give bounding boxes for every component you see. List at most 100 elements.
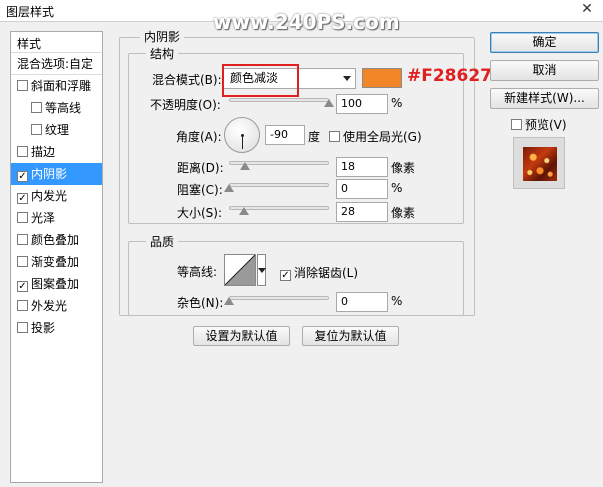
anti-alias-checkbox[interactable]: ✓ 消除锯齿(L) <box>280 264 358 281</box>
style-item[interactable]: ✓ 内发光 <box>11 185 102 207</box>
choke-unit: % <box>391 181 403 195</box>
angle-dial-center <box>241 134 244 137</box>
choke-slider-track[interactable] <box>229 183 329 187</box>
style-item[interactable]: 外发光 <box>11 295 102 317</box>
style-item[interactable]: ✓ 内阴影 <box>11 163 102 185</box>
style-item-label: 等高线 <box>45 101 82 115</box>
cancel-button[interactable]: 取消 <box>490 60 599 81</box>
angle-input[interactable]: -90 <box>265 125 305 145</box>
size-input[interactable]: 28 <box>336 202 388 222</box>
style-item[interactable]: 投影 <box>11 317 102 339</box>
checkbox-icon[interactable] <box>17 80 28 91</box>
ok-button[interactable]: 确定 <box>490 32 599 53</box>
color-hex-annotation: #F28627 <box>407 66 492 86</box>
style-item[interactable]: 纹理 <box>11 119 102 141</box>
opacity-slider-track[interactable] <box>229 98 329 102</box>
global-light-check-icon <box>329 131 340 142</box>
preview-thumbnail <box>513 137 565 189</box>
reset-default-button[interactable]: 复位为默认值 <box>302 326 399 346</box>
choke-label: 阻塞(C): <box>177 183 223 197</box>
distance-label: 距离(D): <box>177 161 224 175</box>
style-item[interactable]: 颜色叠加 <box>11 229 102 251</box>
blend-mode-highlight <box>222 64 299 97</box>
contour-picker[interactable] <box>224 254 256 286</box>
quality-title: 品质 <box>146 233 179 250</box>
styles-header: 样式 <box>11 32 102 53</box>
style-item-label: 内发光 <box>31 189 68 203</box>
structure-title: 结构 <box>146 45 179 62</box>
anti-alias-check-icon: ✓ <box>280 270 291 281</box>
preview-label: 预览(V) <box>525 118 567 132</box>
checkbox-icon[interactable] <box>17 300 28 311</box>
noise-slider-track[interactable] <box>229 296 329 300</box>
style-item-label: 光泽 <box>31 211 56 225</box>
style-item[interactable]: 渐变叠加 <box>11 251 102 273</box>
style-item[interactable]: 描边 <box>11 141 102 163</box>
checkbox-icon[interactable] <box>17 256 28 267</box>
chevron-down-icon <box>258 268 266 273</box>
size-slider-thumb[interactable] <box>239 207 249 215</box>
noise-unit: % <box>391 294 403 308</box>
preview-check-icon <box>511 119 522 130</box>
contour-curve-icon <box>224 254 256 286</box>
distance-unit: 像素 <box>391 161 416 175</box>
size-label: 大小(S): <box>177 206 223 220</box>
checkmark-icon[interactable]: ✓ <box>17 171 28 182</box>
blend-options-item[interactable]: 混合选项:自定 <box>11 53 102 75</box>
opacity-label: 不透明度(O): <box>150 98 221 112</box>
global-light-label: 使用全局光(G) <box>343 130 422 144</box>
angle-dial[interactable] <box>224 117 260 153</box>
preview-image <box>523 147 557 181</box>
checkbox-icon[interactable] <box>17 234 28 245</box>
style-item-label: 图案叠加 <box>31 277 80 291</box>
contour-label: 等高线: <box>177 265 218 279</box>
style-item[interactable]: ✓ 图案叠加 <box>11 273 102 295</box>
checkbox-icon[interactable] <box>17 322 28 333</box>
angle-label: 角度(A): <box>176 130 222 144</box>
checkbox-icon[interactable] <box>17 212 28 223</box>
close-icon[interactable]: ✕ <box>576 1 598 19</box>
opacity-unit: % <box>391 96 403 110</box>
global-light-checkbox[interactable]: 使用全局光(G) <box>329 128 422 145</box>
noise-label: 杂色(N): <box>177 296 224 310</box>
noise-input[interactable]: 0 <box>336 292 388 312</box>
chevron-down-icon <box>343 76 351 81</box>
distance-slider-thumb[interactable] <box>240 162 250 170</box>
checkbox-icon[interactable] <box>31 124 42 135</box>
checkmark-icon[interactable]: ✓ <box>17 281 28 292</box>
preview-checkbox[interactable]: 预览(V) <box>511 116 567 133</box>
noise-slider-thumb[interactable] <box>224 297 234 305</box>
distance-input[interactable]: 18 <box>336 157 388 177</box>
style-item-label: 描边 <box>31 145 56 159</box>
inner-shadow-title: 内阴影 <box>140 28 185 45</box>
window-title: 图层样式 <box>6 5 55 19</box>
style-item-label: 颜色叠加 <box>31 233 80 247</box>
opacity-slider-thumb[interactable] <box>324 99 334 107</box>
choke-input[interactable]: 0 <box>336 179 388 199</box>
style-item[interactable]: 斜面和浮雕 <box>11 75 102 97</box>
style-item[interactable]: 等高线 <box>11 97 102 119</box>
angle-dial-needle <box>242 135 243 149</box>
checkbox-icon[interactable] <box>31 102 42 113</box>
size-unit: 像素 <box>391 206 416 220</box>
set-default-button[interactable]: 设置为默认值 <box>193 326 290 346</box>
contour-dropdown[interactable] <box>257 254 266 286</box>
opacity-input[interactable]: 100 <box>336 94 388 114</box>
style-item-label: 内阴影 <box>31 167 68 181</box>
style-item[interactable]: 光泽 <box>11 207 102 229</box>
angle-unit: 度 <box>308 130 321 144</box>
checkmark-icon[interactable]: ✓ <box>17 193 28 204</box>
anti-alias-label: 消除锯齿(L) <box>294 266 359 280</box>
style-item-label: 纹理 <box>45 123 70 137</box>
choke-slider-thumb[interactable] <box>224 184 234 192</box>
styles-list: 样式 混合选项:自定 斜面和浮雕 等高线 纹理 描边 ✓ 内阴影 ✓ 内发光 光泽 颜色叠加 渐变叠… <box>10 31 103 483</box>
shadow-color-swatch[interactable] <box>362 68 402 88</box>
style-item-label: 渐变叠加 <box>31 255 80 269</box>
blend-mode-label: 混合模式(B): <box>152 73 222 87</box>
style-item-label: 斜面和浮雕 <box>31 79 92 93</box>
style-item-label: 投影 <box>31 321 56 335</box>
new-style-button[interactable]: 新建样式(W)... <box>490 88 599 109</box>
style-item-label: 外发光 <box>31 299 68 313</box>
watermark: www.240PS.com <box>213 10 400 34</box>
checkbox-icon[interactable] <box>17 146 28 157</box>
